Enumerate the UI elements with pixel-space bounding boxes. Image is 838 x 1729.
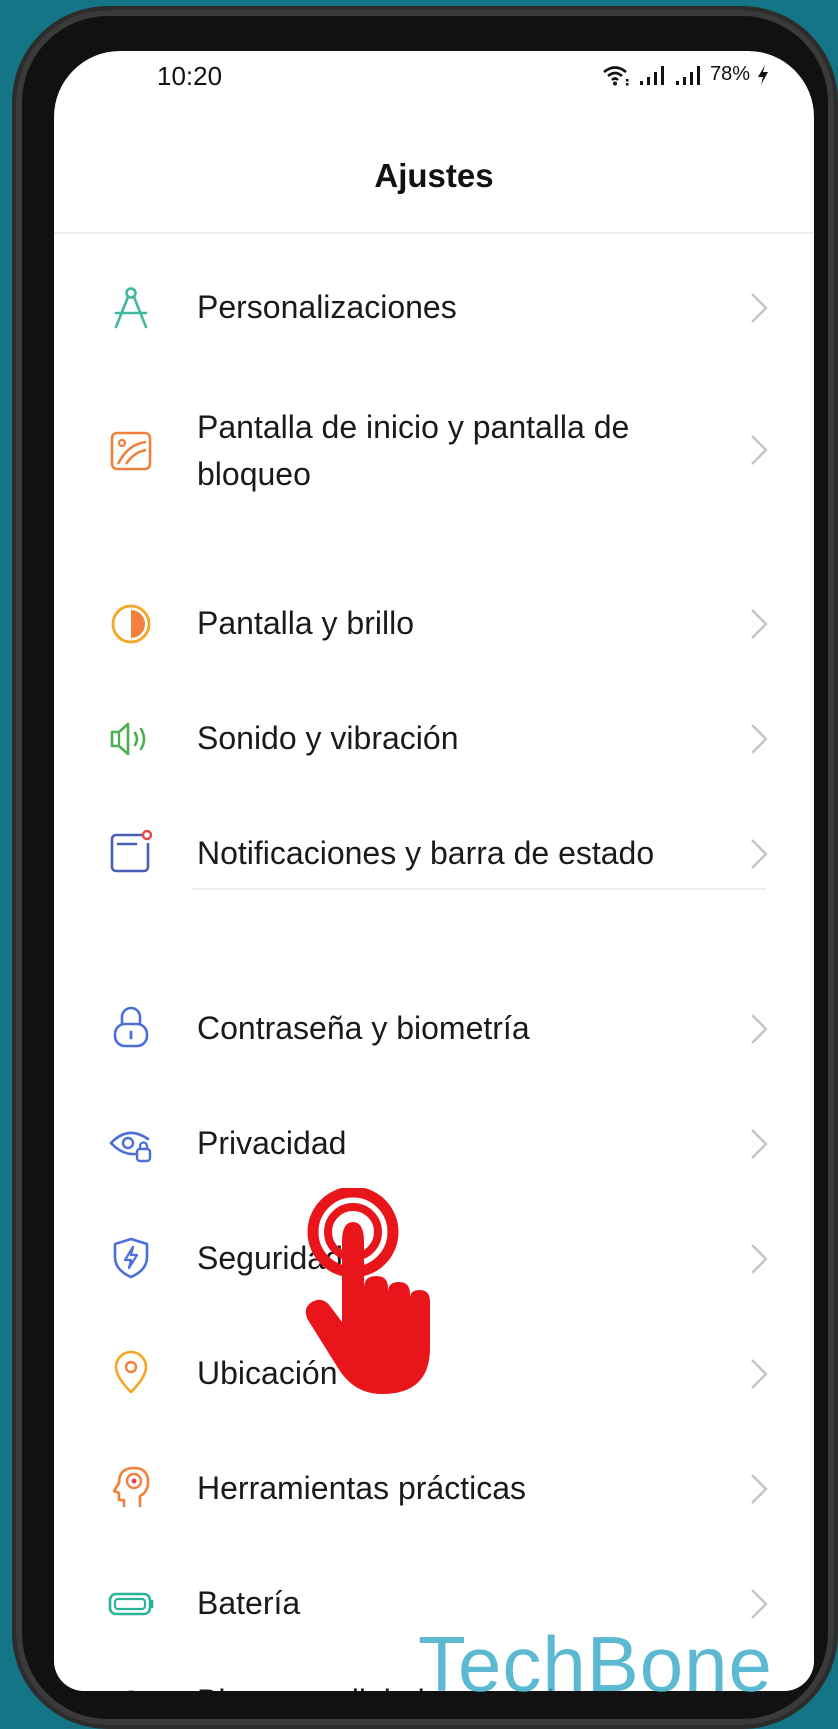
settings-item-label: Privacidad [197,1125,347,1161]
settings-item-personalizaciones[interactable]: Personalizaciones [54,275,814,341]
status-time: 10:20 [157,61,223,91]
chevron-right-icon [751,1359,768,1389]
status-icons: 78% [602,63,770,86]
settings-item-contrasena[interactable]: Contraseña y biometría [54,996,814,1062]
settings-item-label: Notificaciones y barra de estado [197,835,655,871]
wifi-icon [603,65,629,85]
battery-percentage: 78% [709,63,750,85]
page-title: Ajustes [374,157,494,194]
settings-item-pantalla-brillo[interactable]: Pantalla y brillo [54,591,814,657]
wellbeing-icon [106,1686,156,1691]
location-icon [106,1347,156,1397]
compass-icon [106,283,156,333]
notification-icon [106,827,156,877]
settings-item-label: Herramientas prácticas [197,1470,526,1506]
settings-item-pantalla-inicio[interactable]: Pantalla de inicio y pantalla de bloqueo [54,391,814,511]
techbone-watermark: TechBone [418,1620,773,1708]
signal-icon [675,65,700,85]
signal-icon [639,65,664,85]
group-divider [192,888,766,890]
chevron-right-icon [751,1129,768,1159]
chevron-right-icon [751,609,768,639]
wallpaper-icon [106,426,156,476]
chevron-right-icon [751,724,768,754]
chevron-right-icon [751,293,768,323]
brightness-icon [106,599,156,649]
chevron-right-icon [751,435,768,465]
title-divider [54,232,814,234]
tools-head-icon [106,1462,156,1512]
speaker-icon [106,714,156,764]
settings-item-notificaciones[interactable]: Notificaciones y barra de estado [54,821,814,887]
settings-item-label: Seguridad [197,1240,343,1276]
chevron-right-icon [751,1474,768,1504]
chevron-right-icon [751,839,768,869]
chevron-right-icon [751,1244,768,1274]
settings-item-label: Ubicación [197,1355,338,1391]
settings-item-label: Sonido y vibración [197,720,459,756]
screen: 10:20 78% Ajustes Personalizaciones Pant… [54,51,814,1691]
chevron-right-icon [751,1014,768,1044]
settings-item-sonido[interactable]: Sonido y vibración [54,706,814,772]
settings-item-label: Contraseña y biometría [197,1010,530,1046]
lock-icon [106,1002,156,1052]
tap-hand-icon [305,1188,430,1394]
privacy-eye-icon [106,1119,156,1169]
settings-item-label: Pantalla de inicio y pantalla de bloqueo [197,409,630,492]
status-bar: 10:20 78% [54,51,814,101]
battery-icon [106,1579,156,1629]
settings-item-herramientas[interactable]: Herramientas prácticas [54,1456,814,1522]
charging-icon [758,64,768,85]
shield-icon [106,1233,156,1283]
settings-item-label: Personalizaciones [197,289,457,325]
settings-item-privacidad[interactable]: Privacidad [54,1111,814,1177]
settings-item-label: Pantalla y brillo [197,605,414,641]
chevron-right-icon [751,1589,768,1619]
